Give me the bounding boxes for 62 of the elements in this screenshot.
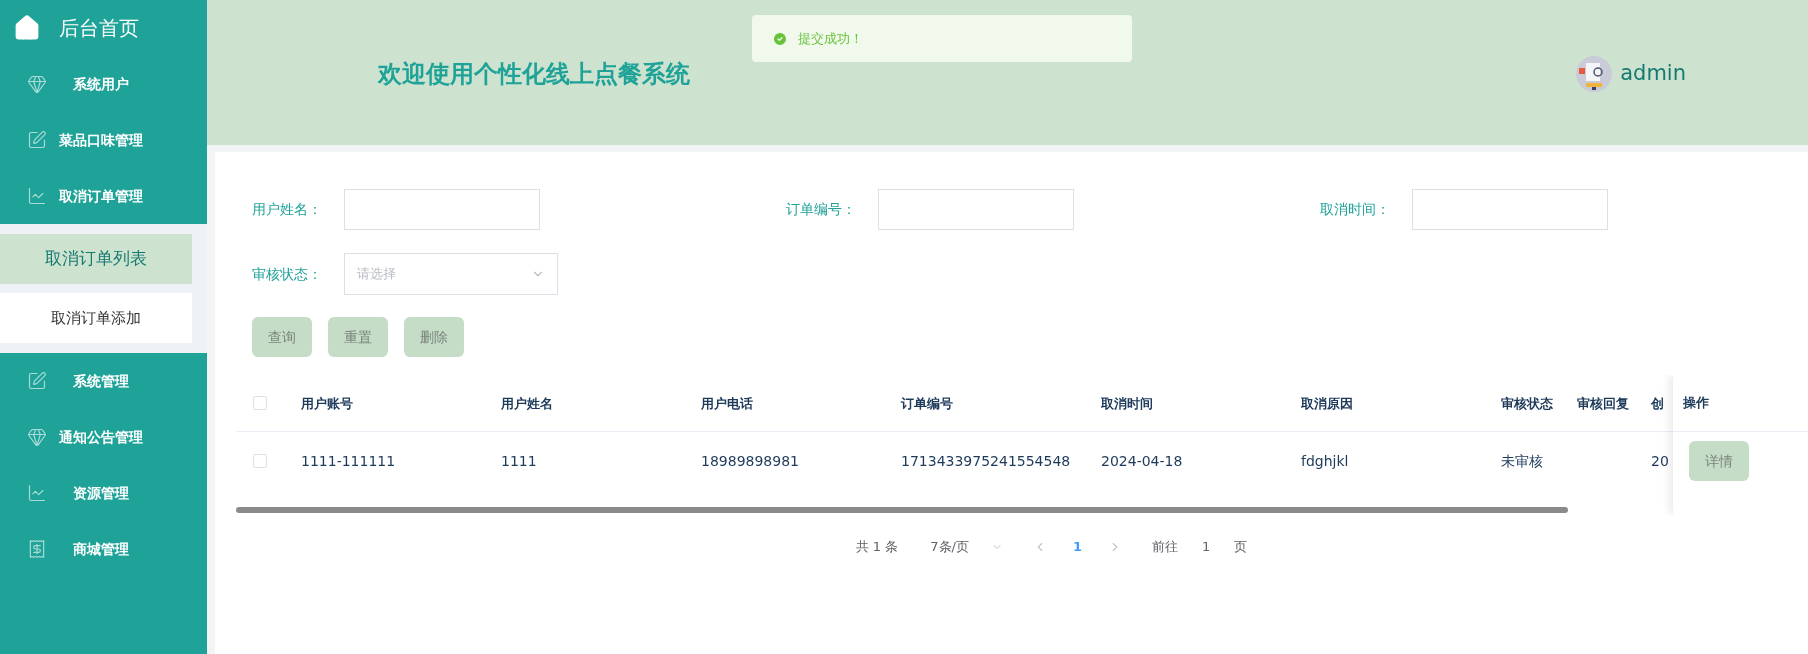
avatar-icon	[1576, 55, 1613, 92]
table-cell: fdghjkl	[1301, 453, 1349, 469]
column-header: 用户账号	[301, 396, 353, 411]
column-header: 取消原因	[1301, 396, 1353, 411]
filter-label: 用户姓名：	[252, 200, 323, 219]
diamond-icon	[27, 427, 47, 447]
menu-item[interactable]: 系统管理	[0, 353, 207, 409]
goto-label: 前往	[1152, 538, 1178, 556]
filter-input[interactable]	[878, 189, 1074, 230]
table-cell: 1713433975241554548	[901, 453, 1071, 469]
checkbox[interactable]	[253, 454, 267, 468]
status-select[interactable]: 请选择	[344, 253, 558, 295]
filter-label: 审核状态：	[252, 264, 323, 284]
diamond-icon	[27, 74, 47, 94]
goto-page-field[interactable]: 1	[1196, 537, 1217, 557]
chart-icon	[27, 186, 47, 206]
column-header: 取消时间	[1101, 396, 1153, 411]
submenu-item[interactable]: 取消订单列表	[0, 234, 192, 284]
table-cell: 18989898981	[701, 453, 799, 469]
filter-input[interactable]	[1412, 189, 1608, 230]
home-menu-item[interactable]: 后台首页	[0, 0, 207, 56]
details-button[interactable]: 详情	[1689, 441, 1749, 481]
goto-suffix: 页	[1234, 538, 1248, 556]
username: admin	[1620, 59, 1686, 87]
edit-icon	[27, 371, 47, 391]
chart-icon	[27, 483, 47, 503]
action-button[interactable]: 重置	[328, 317, 388, 357]
menu-item[interactable]: 商城管理	[0, 521, 207, 577]
menu-item[interactable]: 菜品口味管理	[0, 112, 207, 168]
toast-message: 提交成功！	[798, 29, 863, 48]
table-cell: 20	[1651, 453, 1669, 469]
page-number[interactable]: 1	[1072, 537, 1082, 557]
table-cell: 1111-111111	[301, 453, 396, 469]
edit-icon	[27, 130, 47, 150]
column-header: 操作	[1683, 394, 1709, 413]
filter-label: 取消时间：	[1320, 200, 1391, 219]
filter-input[interactable]	[344, 189, 540, 230]
home-icon	[13, 14, 41, 42]
column-header: 创	[1651, 396, 1664, 411]
menu-item[interactable]: 通知公告管理	[0, 409, 207, 465]
action-button[interactable]: 删除	[404, 317, 464, 357]
scrollbar[interactable]	[236, 507, 1568, 513]
action-button[interactable]: 查询	[252, 317, 312, 357]
column-header: 用户电话	[701, 396, 753, 411]
table-cell: 2024-04-18	[1101, 453, 1183, 469]
table-cell: 未审核	[1501, 453, 1543, 469]
receipt-icon	[27, 539, 47, 559]
submenu-item[interactable]: 取消订单添加	[0, 293, 192, 343]
menu-item[interactable]: 系统用户	[0, 56, 207, 112]
table-cell: 1111	[501, 453, 537, 469]
column-header: 审核状态	[1501, 396, 1553, 411]
page-size-select[interactable]: 7条/页	[930, 537, 1003, 557]
checkbox[interactable]	[253, 396, 267, 410]
menu-item[interactable]: 取消订单管理	[0, 168, 207, 224]
column-header: 审核回复	[1577, 396, 1629, 411]
total-count: 共 1 条	[855, 538, 899, 556]
filter-label: 订单编号：	[786, 200, 857, 219]
column-header: 用户姓名	[501, 396, 553, 411]
column-header: 订单编号	[901, 396, 953, 411]
page-title: 欢迎使用个性化线上点餐系统	[378, 58, 690, 90]
check-icon	[772, 30, 788, 47]
menu-item[interactable]: 资源管理	[0, 465, 207, 521]
